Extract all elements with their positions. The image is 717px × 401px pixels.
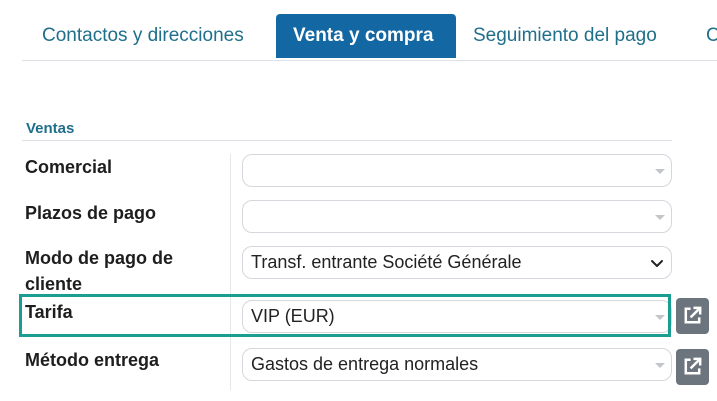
modo-pago-label: Modo de pago de cliente: [25, 245, 173, 297]
metodo-select[interactable]: Gastos de entrega normales: [242, 348, 672, 381]
tab-bar: Contactos y direcciones Venta y compra S…: [22, 14, 717, 61]
metodo-value: Gastos de entrega normales: [251, 354, 479, 374]
modo-pago-label-line1: Modo de pago de: [25, 248, 173, 268]
section-title: Ventas: [26, 120, 75, 137]
external-link-icon: [684, 306, 702, 324]
chevron-down-icon: [651, 260, 663, 267]
tarifa-open-button[interactable]: [676, 298, 709, 334]
caret-down-icon: [655, 169, 665, 174]
caret-down-icon: [655, 363, 665, 368]
modo-pago-value: Transf. entrante Société Générale: [251, 252, 522, 272]
comercial-select[interactable]: [242, 154, 672, 187]
tab-contactos[interactable]: Contactos y direcciones: [42, 14, 244, 58]
comercial-label: Comercial: [25, 157, 113, 177]
tab-seguimiento-pago[interactable]: Seguimiento del pago: [473, 14, 657, 58]
plazos-select[interactable]: [242, 200, 672, 233]
tab-venta-compra[interactable]: Venta y compra: [276, 14, 456, 58]
metodo-label: Método entrega: [25, 350, 160, 370]
caret-down-icon: [655, 215, 665, 220]
tab-overflow[interactable]: C: [706, 14, 717, 58]
external-link-icon: [684, 357, 702, 375]
plazos-label: Plazos de pago: [25, 203, 157, 223]
metodo-open-button[interactable]: [676, 349, 709, 385]
section-divider: [22, 140, 672, 141]
tarifa-highlight-box: [19, 294, 671, 337]
column-divider: [230, 154, 231, 390]
modo-pago-select[interactable]: Transf. entrante Société Générale: [242, 246, 672, 279]
